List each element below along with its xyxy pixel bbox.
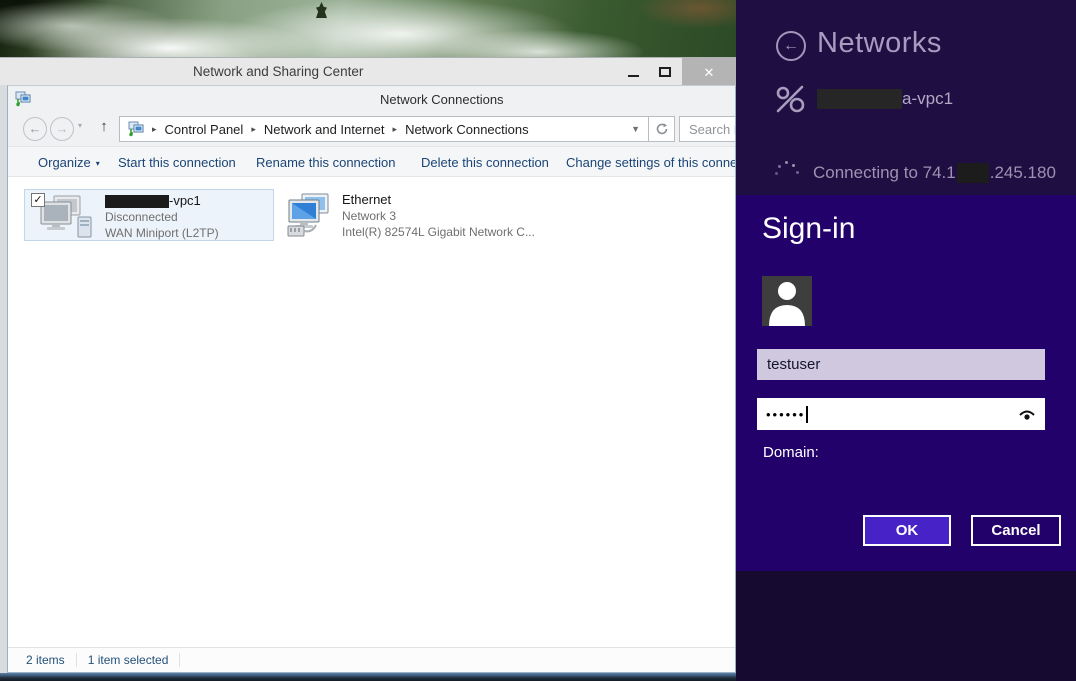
connection-item-vpn[interactable]: ✓ -vpc1 Disconnected WAN Miniport (L2TP) bbox=[24, 189, 274, 241]
breadcrumb-network-connections[interactable]: Network Connections bbox=[405, 122, 529, 137]
ok-button[interactable]: OK bbox=[863, 515, 951, 546]
person-icon bbox=[762, 276, 812, 326]
delete-connection-command[interactable]: Delete this connection bbox=[421, 155, 549, 170]
signin-heading: Sign-in bbox=[762, 212, 855, 246]
vpn-icon bbox=[773, 82, 807, 116]
breadcrumb-separator-icon: ▸ bbox=[393, 124, 398, 135]
sharing-center-titlebar[interactable]: Network and Sharing Center ✕ bbox=[0, 57, 736, 85]
address-dropdown-icon[interactable]: ▼ bbox=[631, 124, 640, 134]
organize-caret-icon: ▾ bbox=[96, 159, 100, 168]
vpn-connection-name: a-vpc1 bbox=[817, 89, 953, 109]
recent-pages-dropdown-icon[interactable]: ▾ bbox=[78, 121, 82, 130]
network-connections-window: Network Connections ← → ▾ ↑ ▸ Control bbox=[7, 85, 736, 673]
domain-label: Domain: bbox=[763, 444, 819, 461]
organize-menu[interactable]: Organize ▾ bbox=[38, 155, 100, 170]
sharing-center-title: Network and Sharing Center bbox=[193, 64, 363, 79]
connection-status: Disconnected bbox=[105, 209, 219, 225]
sharing-center-window-bottom bbox=[0, 673, 736, 681]
rename-connection-command[interactable]: Rename this connection bbox=[256, 155, 395, 170]
close-icon: ✕ bbox=[704, 66, 715, 79]
reveal-password-icon[interactable] bbox=[1018, 407, 1036, 421]
text-caret bbox=[806, 406, 808, 423]
minimize-button[interactable] bbox=[618, 58, 648, 86]
statusbar-divider bbox=[179, 653, 180, 667]
back-button[interactable]: ← bbox=[23, 117, 47, 141]
breadcrumb-control-panel[interactable]: Control Panel bbox=[165, 122, 244, 137]
address-location-icon bbox=[128, 121, 144, 137]
desktop: Network and Sharing Center ✕ Network Con… bbox=[0, 0, 1076, 681]
connection-item-ethernet[interactable]: Ethernet Network 3 Intel(R) 82574L Gigab… bbox=[282, 189, 557, 241]
refresh-icon bbox=[655, 122, 669, 136]
network-connections-app-icon bbox=[15, 91, 31, 107]
networks-back-button[interactable]: ← bbox=[776, 31, 806, 61]
user-avatar bbox=[762, 276, 812, 326]
connection-device: WAN Miniport (L2TP) bbox=[105, 225, 219, 241]
search-box[interactable] bbox=[679, 116, 736, 142]
statusbar-divider bbox=[76, 653, 77, 667]
networks-flyout: ← Networks a-vpc1 Connecting to 74.1.245… bbox=[736, 0, 1076, 681]
breadcrumb-network-and-internet[interactable]: Network and Internet bbox=[264, 122, 385, 137]
breadcrumb-separator-icon: ▸ bbox=[152, 124, 157, 135]
password-masked-value: •••••• bbox=[766, 407, 805, 422]
wan-miniport-icon bbox=[38, 195, 98, 244]
progress-spinner-icon bbox=[774, 160, 800, 186]
connections-list: ✓ -vpc1 Disconnected WAN Miniport (L2TP) bbox=[9, 178, 736, 648]
connection-device: Intel(R) 82574L Gigabit Network C... bbox=[342, 224, 535, 240]
selection-count: 1 item selected bbox=[88, 653, 169, 667]
password-input[interactable]: •••••• bbox=[757, 398, 1045, 430]
ethernet-adapter-icon bbox=[286, 193, 344, 244]
start-connection-command[interactable]: Start this connection bbox=[118, 155, 236, 170]
username-input[interactable] bbox=[757, 349, 1045, 380]
wallpaper-tower-silhouette bbox=[316, 2, 327, 18]
item-count: 2 items bbox=[26, 653, 65, 667]
connecting-text: Connecting to 74.1.245.180 bbox=[813, 163, 1056, 183]
check-icon: ✓ bbox=[33, 194, 42, 206]
network-connections-title: Network Connections bbox=[380, 92, 504, 107]
vpn-signin-section: Sign-in •••••• Domain: OK bbox=[736, 195, 1076, 571]
connection-name: -vpc1 bbox=[105, 193, 219, 209]
item-checkbox[interactable]: ✓ bbox=[31, 193, 45, 207]
status-bar: 2 items 1 item selected bbox=[8, 647, 736, 672]
panel-footer bbox=[736, 571, 1076, 681]
change-settings-command[interactable]: Change settings of this connection bbox=[566, 155, 736, 170]
address-bar-row: ← → ▾ ↑ ▸ Control Panel ▸ Network and bbox=[8, 112, 736, 146]
redacted-vpn-name bbox=[817, 89, 902, 109]
redacted-name bbox=[105, 195, 169, 208]
command-toolbar: Organize ▾ Start this connection Rename t… bbox=[8, 146, 736, 177]
vpn-connection-item[interactable]: a-vpc1 bbox=[773, 82, 953, 116]
connection-name: Ethernet bbox=[342, 192, 535, 208]
redacted-ip bbox=[957, 163, 989, 183]
vpn-connecting-status: Connecting to 74.1.245.180 bbox=[774, 160, 1056, 186]
address-bar[interactable]: ▸ Control Panel ▸ Network and Internet ▸… bbox=[119, 116, 649, 142]
maximize-icon bbox=[659, 67, 671, 77]
maximize-button[interactable] bbox=[650, 58, 680, 86]
minimize-icon bbox=[628, 75, 639, 77]
network-connections-titlebar[interactable]: Network Connections bbox=[8, 86, 735, 112]
search-input[interactable] bbox=[680, 117, 736, 141]
refresh-button[interactable] bbox=[648, 116, 675, 142]
cancel-button[interactable]: Cancel bbox=[971, 515, 1061, 546]
desktop-wallpaper bbox=[0, 0, 736, 57]
breadcrumb-separator-icon: ▸ bbox=[251, 124, 256, 135]
up-button[interactable]: ↑ bbox=[93, 118, 115, 135]
forward-button[interactable]: → bbox=[50, 117, 74, 141]
sharing-center-window-edge bbox=[0, 85, 7, 673]
networks-title: Networks bbox=[817, 27, 942, 60]
close-button[interactable]: ✕ bbox=[682, 58, 736, 86]
connection-status: Network 3 bbox=[342, 208, 535, 224]
organize-label: Organize bbox=[38, 155, 91, 170]
